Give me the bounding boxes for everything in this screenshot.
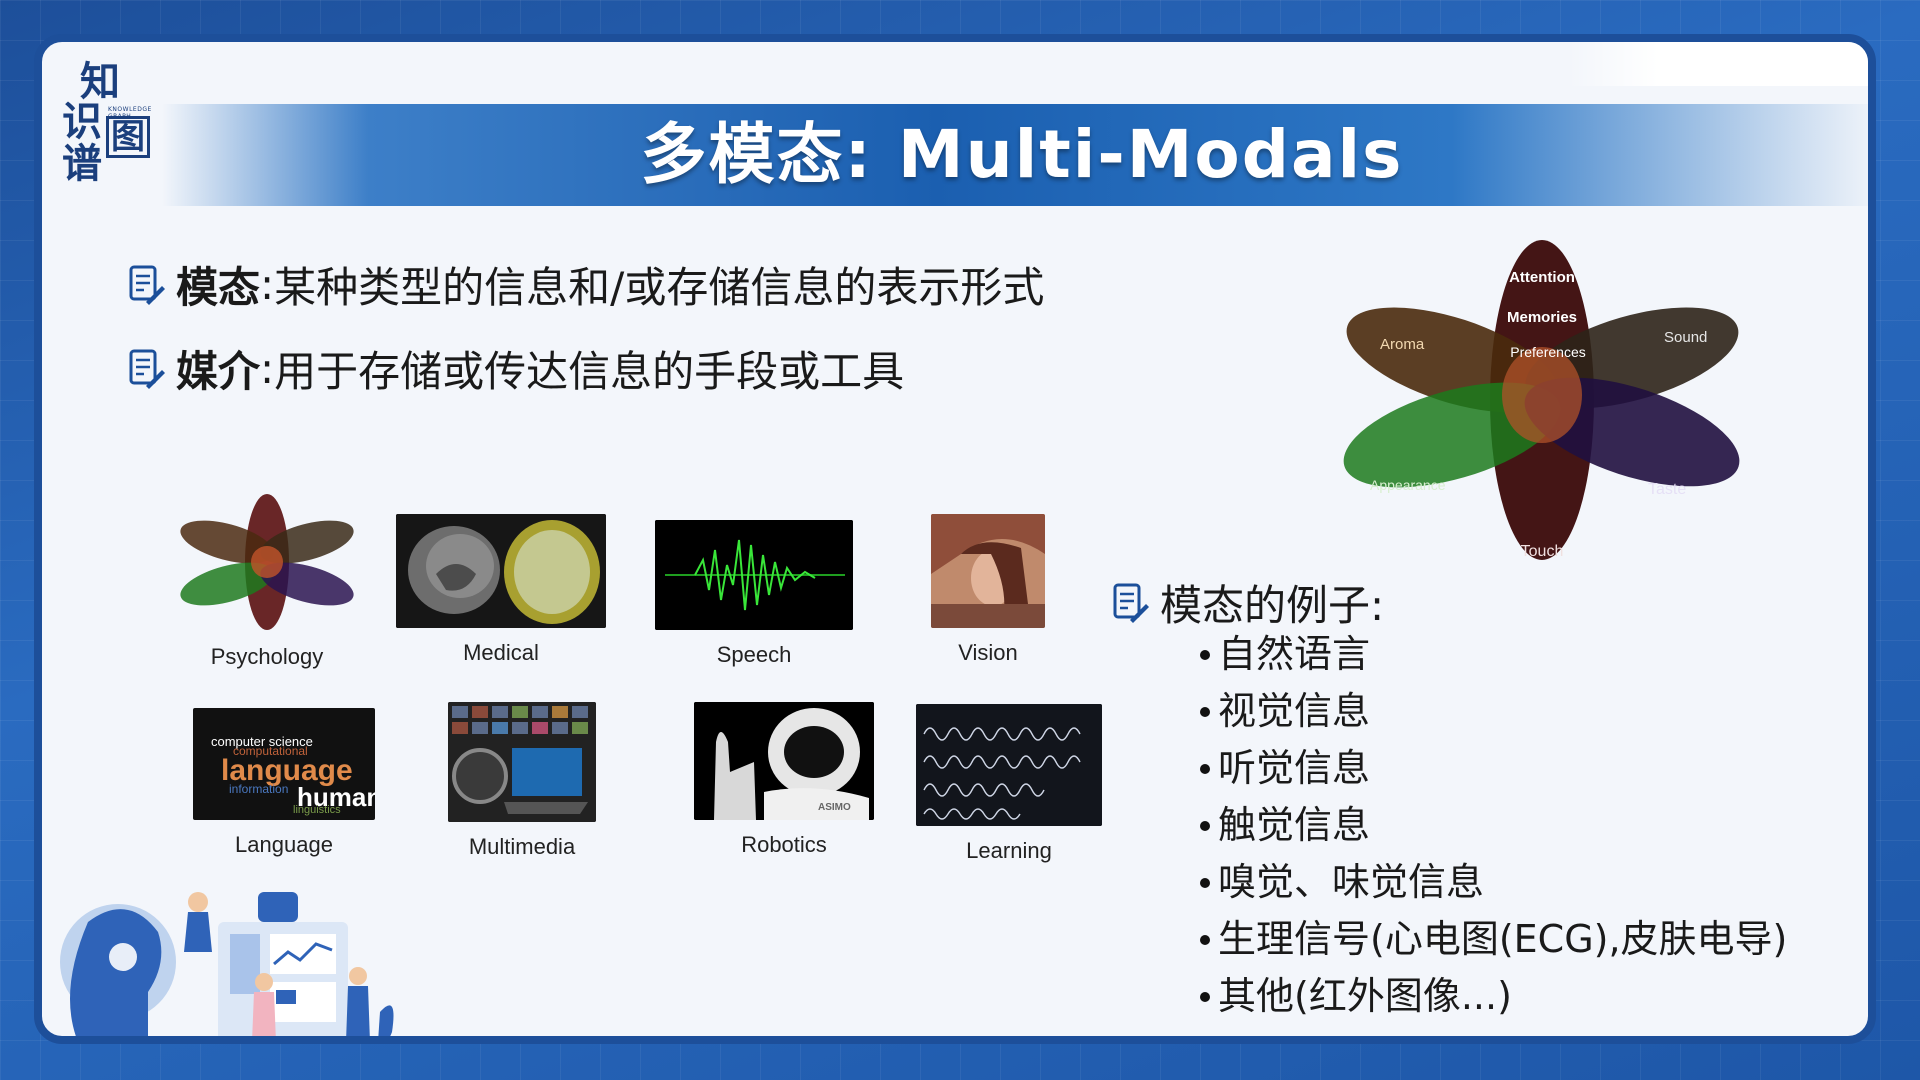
petal-label: Preferences [1510,344,1585,360]
logo-char-2: 识 [62,99,102,145]
tile-caption: Learning [966,838,1052,863]
tile-vision: Vision [908,514,1068,666]
examples-heading: 模态的例子: [1112,572,1384,633]
bullet-dot-icon [1200,877,1210,888]
tile-caption: Psychology [210,644,324,669]
definition-sep: : [260,344,275,393]
tile-caption: Medical [463,640,539,665]
bullet-dot-icon [1200,934,1210,945]
note-pen-icon [1112,582,1150,624]
definition-modality: 模态 : 某种类型的信息和/或存储信息的表示形式 [128,254,1044,315]
petal-label: Aroma [1380,336,1425,353]
logo-tagline: KNOWLEDGE GRAPH [108,106,152,120]
tile-language: computer science computational language … [189,708,379,858]
tile-speech: Speech [654,520,854,668]
tile-psychology: Psychology [172,492,362,670]
list-item: 嗅觉、味觉信息 [1200,854,1787,911]
top-glow [1568,42,1868,86]
tile-learning: Learning [912,704,1106,864]
list-item: 其他(红外图像...) [1200,968,1787,1025]
medical-image [396,514,606,628]
slide: 知 识 图 谱 KNOWLEDGE GRAPH 多模态: Multi-Modal… [34,34,1876,1044]
list-item: 自然语言 [1200,626,1787,683]
logo-char-4: 谱 [62,141,102,187]
note-pen-icon [128,264,166,306]
example-text: 自然语言 [1218,632,1371,676]
tile-robotics: ASIMO Robotics [689,702,879,858]
bullet-dot-icon [1200,706,1210,717]
definition-term: 媒介 [176,347,261,396]
flower-petals [1343,240,1740,560]
example-text: 视觉信息 [1218,689,1371,733]
list-item: 听觉信息 [1200,740,1787,797]
list-item: 视觉信息 [1200,683,1787,740]
tile-caption: Multimedia [468,834,576,859]
logo-char-3: 图 [106,116,150,158]
examples-list: 自然语言 视觉信息 听觉信息 触觉信息 嗅觉、味觉信息 生理信号(心电图(ECG… [1200,626,1787,1025]
language-image: computer science computational language … [193,708,375,820]
bullet-dot-icon [1200,649,1210,660]
tile-caption: Speech [716,642,792,667]
learning-image [916,704,1102,826]
petal-label: Taste [1648,481,1686,498]
bullet-dot-icon [1200,991,1210,1002]
language-word: information [229,782,289,796]
tile-caption: Robotics [741,832,827,857]
language-word: linguistics [293,804,341,816]
vision-image [931,514,1045,628]
petal-label: Attention [1509,269,1575,286]
tile-multimedia: Multimedia [427,702,617,860]
list-item: 生理信号(心电图(ECG),皮肤电导) [1200,911,1787,968]
tile-medical: Medical [395,514,607,666]
logo-char-1: 知 [80,59,120,105]
senses-flower-diagram: Attention Memories Preferences Aroma Sou… [1332,240,1752,570]
definition-text: 用于存储或传达信息的手段或工具 [274,347,905,396]
example-text: 嗅觉、味觉信息 [1218,860,1485,904]
definition-medium: 媒介 : 用于存储或传达信息的手段或工具 [128,338,904,399]
petal-label: Appearance [1370,477,1446,493]
tile-caption: Vision [958,640,1018,665]
list-item: 触觉信息 [1200,797,1787,854]
speech-image [655,520,853,630]
multimedia-image [448,702,596,822]
ai-illustration [48,852,408,1036]
robotics-image: ASIMO [694,702,874,820]
example-text: 听觉信息 [1218,746,1371,790]
petal-label: Sound [1664,329,1707,346]
petal-center [1502,347,1582,443]
example-text: 触觉信息 [1218,803,1371,847]
title-band: 多模态: Multi-Modals [162,104,1868,206]
example-text: 其他(红外图像...) [1218,974,1512,1018]
note-pen-icon [128,348,166,390]
slide-title: 多模态: Multi-Modals [640,116,1404,193]
example-text: 生理信号(心电图(ECG),皮肤电导) [1218,917,1788,961]
definition-term: 模态 [176,263,261,312]
bullet-dot-icon [1200,820,1210,831]
definition-sep: : [260,260,275,309]
psychology-image [177,492,357,632]
robot-label: ASIMO [818,802,851,813]
examples-heading-text: 模态的例子: [1160,581,1385,630]
logo: 知 识 图 谱 KNOWLEDGE GRAPH [62,56,172,186]
bullet-dot-icon [1200,763,1210,774]
definition-text: 某种类型的信息和/或存储信息的表示形式 [274,263,1045,312]
petal-label: Touch [1521,543,1564,560]
petal-label: Memories [1507,309,1577,326]
